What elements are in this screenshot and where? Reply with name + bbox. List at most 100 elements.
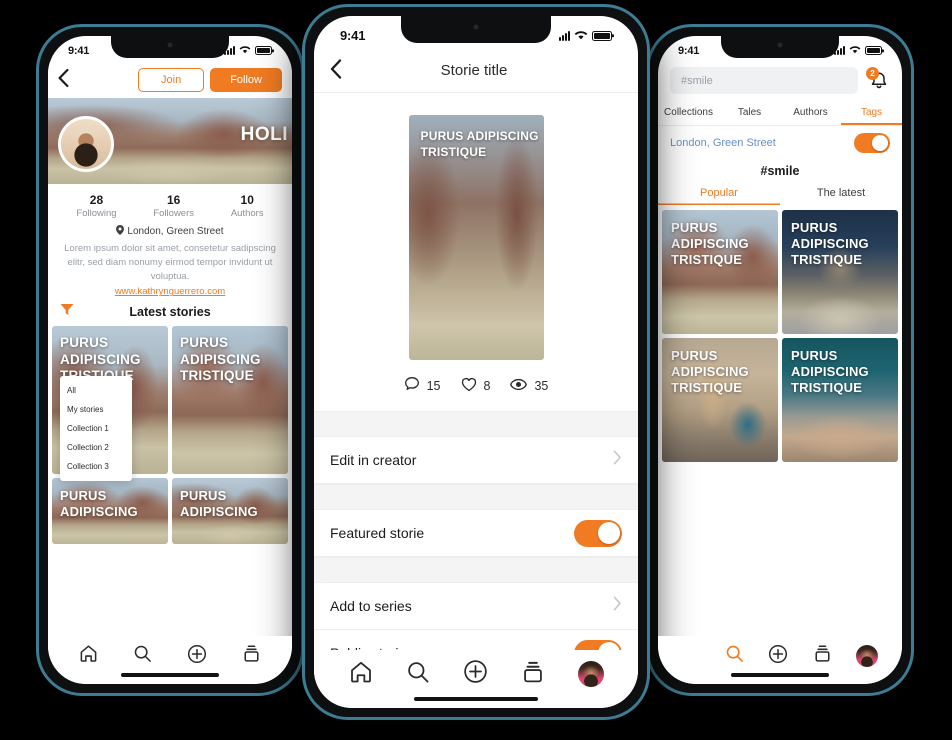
right-phone-screen: 9:41 #smile 2 Collections Tales Authors … — [658, 36, 902, 684]
cellular-signal-icon — [834, 46, 845, 55]
setting-edit-in-creator[interactable]: Edit in creator — [314, 437, 638, 484]
status-time: 9:41 — [678, 44, 700, 57]
dropdown-item-my-stories[interactable]: My stories — [60, 400, 132, 419]
search-icon[interactable] — [133, 644, 152, 668]
follow-button[interactable]: Follow — [210, 68, 282, 92]
left-phone-screen: 9:41 Join Follow HOLI 28 Following 16 Fo… — [48, 36, 292, 684]
story-card-title: PURUS ADIPISCING — [180, 488, 258, 520]
cellular-signal-icon — [559, 30, 570, 41]
setting-add-to-series[interactable]: Add to series — [314, 583, 638, 630]
status-bar: 9:41 — [658, 36, 902, 62]
avatar-icon[interactable] — [855, 645, 878, 667]
story-card[interactable]: PURUS ADIPISCING TRISTIQUE — [172, 326, 288, 475]
wifi-icon — [239, 45, 251, 57]
stat-value: 10 — [240, 193, 254, 207]
stat-authors[interactable]: 10 Authors — [231, 193, 264, 219]
setting-featured-storie[interactable]: Featured storie — [314, 510, 638, 557]
wifi-icon — [574, 28, 588, 43]
back-button[interactable] — [58, 68, 78, 91]
plus-circle-icon[interactable] — [768, 644, 788, 669]
center-header: Storie title — [314, 49, 638, 93]
collections-dropdown-menu[interactable]: All My stories Collection 1 Collection 2… — [60, 376, 132, 481]
home-indicator — [414, 697, 538, 701]
story-card[interactable]: PURUS ADIPISCING — [172, 478, 288, 545]
dropdown-item-all[interactable]: All — [60, 381, 132, 400]
story-card[interactable]: PURUS ADIPISCING TRISTIQUE — [782, 338, 898, 462]
section-divider — [314, 557, 638, 583]
comments-stat[interactable]: 15 — [404, 376, 441, 395]
setting-label: Add to series — [330, 598, 412, 614]
location-text[interactable]: London, Green Street — [670, 137, 776, 149]
heart-icon — [461, 377, 477, 395]
stat-label: Authors — [230, 208, 264, 219]
home-icon[interactable] — [349, 660, 373, 689]
stack-icon[interactable] — [521, 660, 545, 689]
search-icon[interactable] — [725, 644, 744, 668]
search-row: #smile 2 — [658, 62, 902, 101]
dropdown-item-collection-2[interactable]: Collection 2 — [60, 438, 132, 457]
location-pin-icon — [116, 225, 125, 238]
dropdown-item-collection-1[interactable]: Collection 1 — [60, 419, 132, 438]
battery-icon — [592, 30, 612, 41]
home-indicator — [731, 673, 829, 677]
left-phone-mockup: 9:41 Join Follow HOLI 28 Following 16 Fo… — [36, 24, 304, 696]
chevron-right-icon — [613, 596, 622, 616]
stack-icon[interactable] — [813, 644, 832, 668]
tab-tales[interactable]: Tales — [719, 101, 780, 125]
location-toggle[interactable] — [854, 133, 890, 153]
avatar-icon[interactable] — [577, 661, 604, 687]
plus-circle-icon[interactable] — [187, 644, 207, 669]
chevron-right-icon — [613, 450, 622, 470]
search-icon[interactable] — [406, 660, 430, 689]
right-phone-mockup: 9:41 #smile 2 Collections Tales Authors … — [646, 24, 914, 696]
tab-tags[interactable]: Tags — [841, 101, 902, 125]
battery-icon — [255, 46, 272, 55]
center-phone-mockup: 9:41 Storie title PURUS ADIPISCING TRIST… — [302, 4, 650, 720]
stack-icon[interactable] — [242, 644, 261, 668]
home-icon[interactable] — [79, 644, 98, 668]
likes-stat[interactable]: 8 — [461, 377, 491, 395]
profile-cover-photo: HOLI — [48, 98, 292, 184]
story-card-title: PURUS ADIPISCING TRISTIQUE — [671, 348, 749, 395]
story-card[interactable]: PURUS ADIPISCING TRISTIQUE — [662, 338, 778, 462]
story-card-title: PURUS ADIPISCING — [60, 488, 138, 520]
plus-circle-icon[interactable] — [463, 659, 488, 689]
story-card-title: PURUS ADIPISCING TRISTIQUE — [791, 348, 869, 395]
category-tabs: Collections Tales Authors Tags — [658, 101, 902, 126]
notifications-button[interactable]: 2 — [866, 66, 890, 92]
views-count: 35 — [534, 378, 549, 393]
center-phone-screen: 9:41 Storie title PURUS ADIPISCING TRIST… — [314, 16, 638, 708]
profile-stats: 28 Following 16 Followers 10 Authors — [48, 184, 292, 223]
stat-value: 16 — [167, 193, 181, 207]
story-preview-wrap: PURUS ADIPISCING TRISTIQUE — [314, 93, 638, 360]
subtab-popular[interactable]: Popular — [658, 184, 780, 205]
location-text: London, Green Street — [127, 226, 224, 237]
status-time: 9:41 — [68, 44, 90, 57]
dropdown-item-collection-3[interactable]: Collection 3 — [60, 457, 132, 476]
story-card[interactable]: PURUS ADIPISCING TRISTIQUE — [662, 210, 778, 334]
likes-count: 8 — [483, 378, 491, 393]
story-preview-photo[interactable]: PURUS ADIPISCING TRISTIQUE — [408, 115, 544, 360]
join-button[interactable]: Join — [138, 68, 205, 92]
home-indicator — [121, 673, 219, 677]
bell-icon — [868, 72, 890, 96]
stat-following[interactable]: 28 Following — [76, 193, 116, 219]
hashtag-heading: #smile — [760, 164, 800, 178]
story-card[interactable]: PURUS ADIPISCING — [52, 478, 168, 545]
notification-badge: 2 — [866, 66, 879, 80]
stat-followers[interactable]: 16 Followers — [153, 193, 194, 219]
search-input[interactable]: #smile — [670, 67, 858, 94]
tab-collections[interactable]: Collections — [658, 101, 719, 125]
profile-website-link[interactable]: www.kathrynguerrero.com — [48, 283, 292, 297]
story-card-title: PURUS ADIPISCING TRISTIQUE — [791, 220, 869, 267]
status-time: 9:41 — [340, 28, 366, 43]
tab-authors[interactable]: Authors — [780, 101, 841, 125]
featured-storie-toggle[interactable] — [574, 519, 622, 547]
subtab-the-latest[interactable]: The latest — [780, 184, 902, 205]
profile-avatar[interactable] — [58, 116, 114, 172]
views-stat[interactable]: 35 — [510, 378, 548, 394]
sort-subtabs: Popular The latest — [658, 184, 902, 205]
story-card[interactable]: PURUS ADIPISCING TRISTIQUE — [782, 210, 898, 334]
story-preview-title: PURUS ADIPISCING TRISTIQUE — [420, 129, 539, 160]
status-bar: 9:41 — [48, 36, 292, 62]
